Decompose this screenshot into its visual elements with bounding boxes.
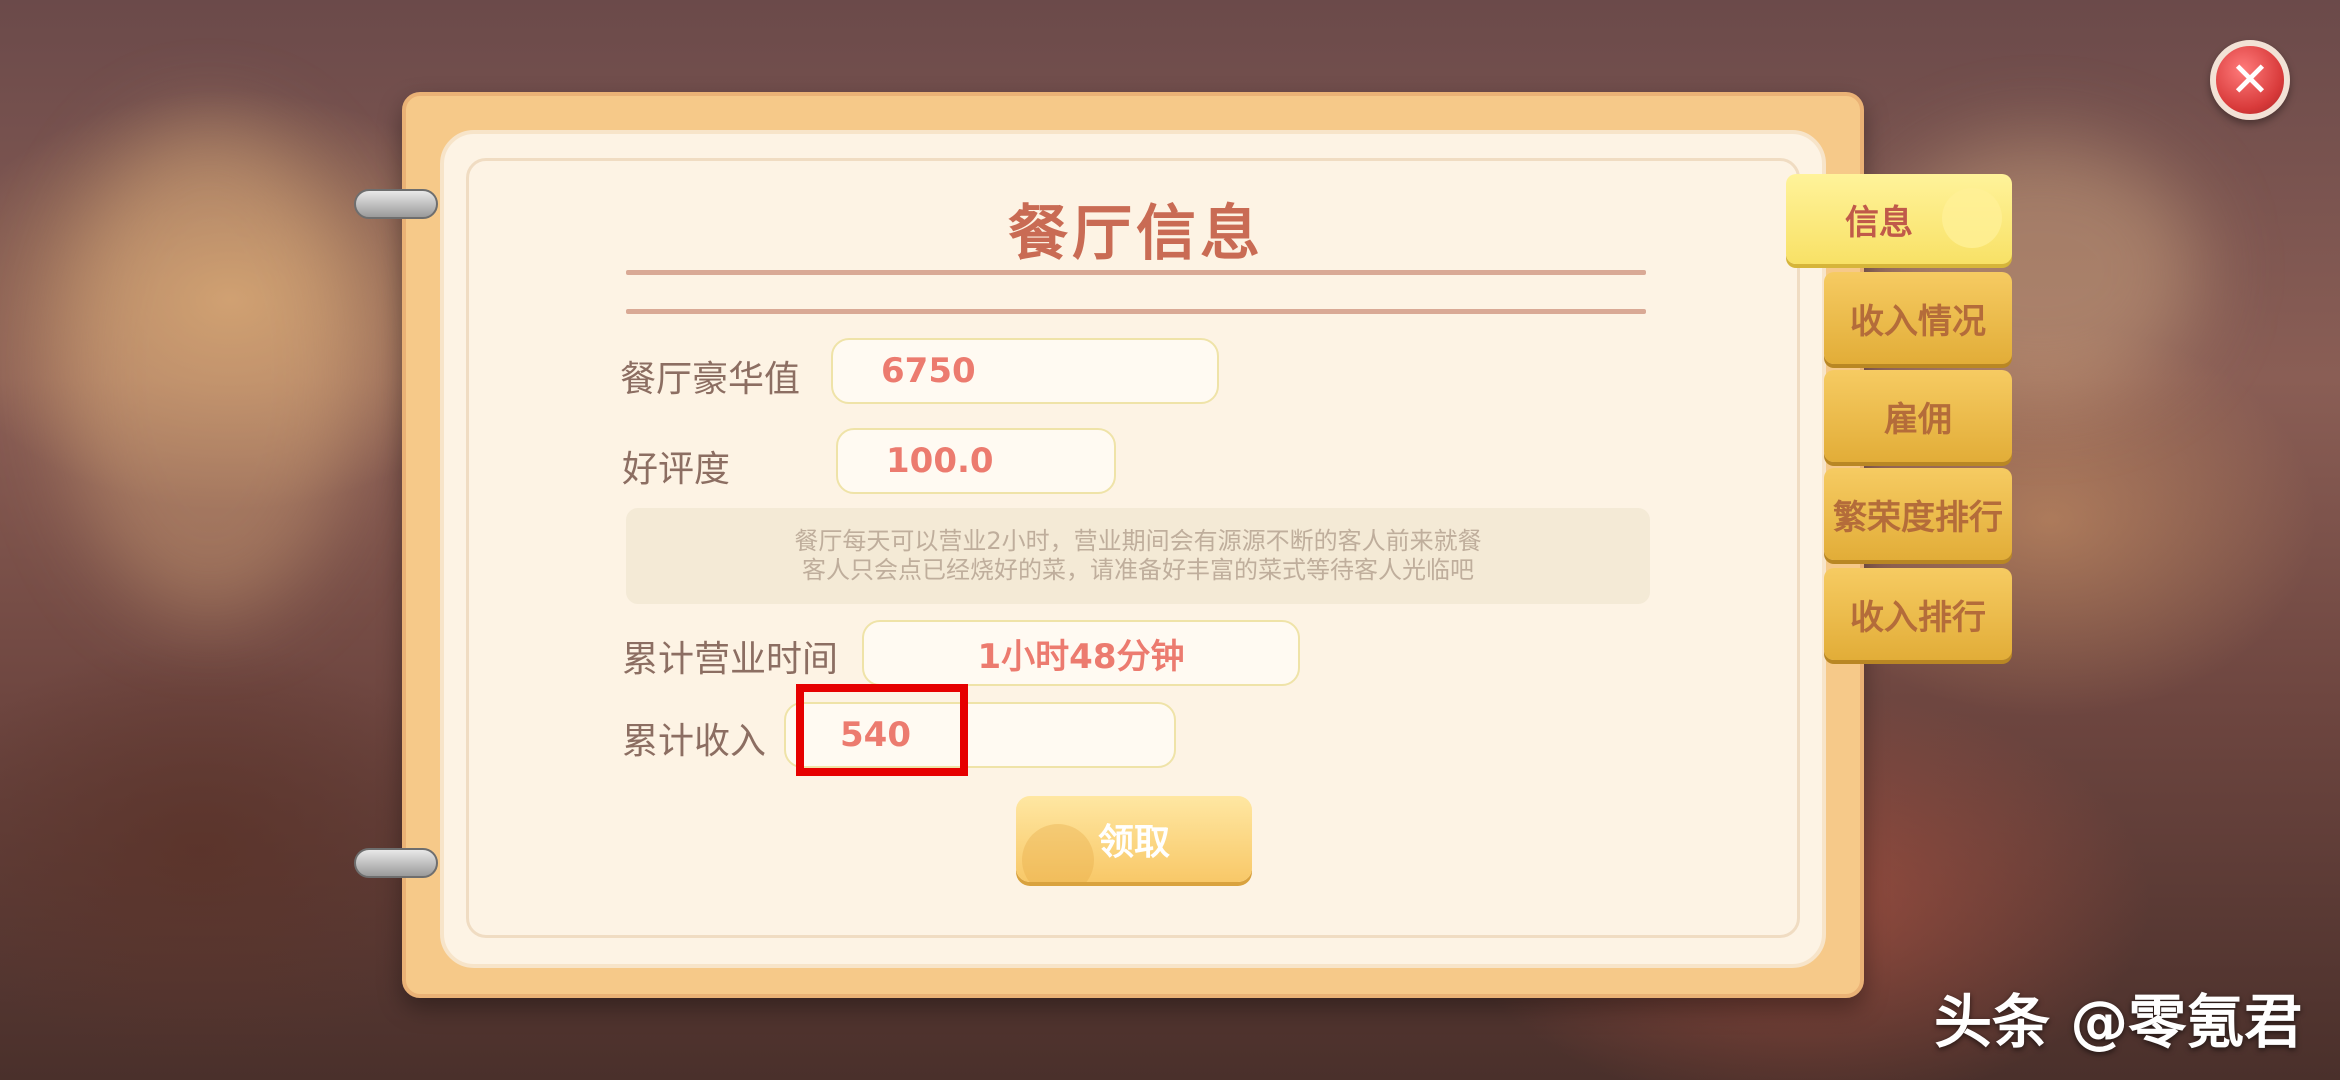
coin-decoration-icon — [1022, 824, 1094, 882]
tab-income-rank-label: 收入排行 — [1850, 597, 1986, 638]
tab-income[interactable]: 收入情况 — [1824, 272, 2012, 364]
tab-prosperity-rank[interactable]: 繁荣度排行 — [1824, 468, 2012, 560]
tab-info[interactable]: 信息 — [1786, 174, 2012, 264]
rating-value-field: 100.0 — [836, 428, 1116, 494]
info-note: 餐厅每天可以营业2小时，营业期间会有源源不断的客人前来就餐 客人只会点已经烧好的… — [626, 508, 1650, 604]
binder-ring-top — [354, 189, 438, 219]
luxury-value: 6750 — [881, 351, 976, 391]
claim-button[interactable]: 领取 — [1016, 796, 1252, 882]
luxury-label: 餐厅豪华值 — [620, 359, 801, 400]
tab-info-label: 信息 — [1845, 202, 1913, 243]
background-blur — [60, 120, 360, 620]
rating-label: 好评度 — [622, 449, 731, 490]
tab-hire[interactable]: 雇佣 — [1824, 370, 2012, 462]
tab-hire-label: 雇佣 — [1884, 399, 1952, 440]
binder-ring-bottom — [354, 848, 438, 878]
income-label: 累计收入 — [622, 721, 767, 762]
claim-button-label: 领取 — [1097, 822, 1170, 863]
close-button[interactable]: ✕ — [2210, 40, 2290, 120]
watermark: 头条 @零氪君 — [1934, 988, 2303, 1056]
close-icon: ✕ — [2229, 52, 2271, 108]
tab-income-label: 收入情况 — [1850, 301, 1986, 342]
note-line-1: 餐厅每天可以营业2小时，营业期间会有源源不断的客人前来就餐 — [794, 527, 1482, 555]
title-rule-bottom — [626, 309, 1646, 314]
rating-value: 100.0 — [886, 441, 994, 481]
paw-decoration-icon — [1942, 188, 2002, 248]
hours-label: 累计营业时间 — [622, 639, 839, 680]
dialog-title: 餐厅信息 — [1008, 199, 1264, 269]
luxury-value-field: 6750 — [831, 338, 1219, 404]
income-highlight-box — [796, 684, 968, 776]
hours-value-field: 1小时48分钟 — [862, 620, 1300, 686]
note-line-2: 客人只会点已经烧好的菜，请准备好丰富的菜式等待客人光临吧 — [802, 556, 1474, 584]
hours-value: 1小时48分钟 — [977, 636, 1185, 677]
tab-prosperity-rank-label: 繁荣度排行 — [1833, 497, 2003, 538]
tab-income-rank[interactable]: 收入排行 — [1824, 568, 2012, 660]
title-rule-top — [626, 270, 1646, 275]
